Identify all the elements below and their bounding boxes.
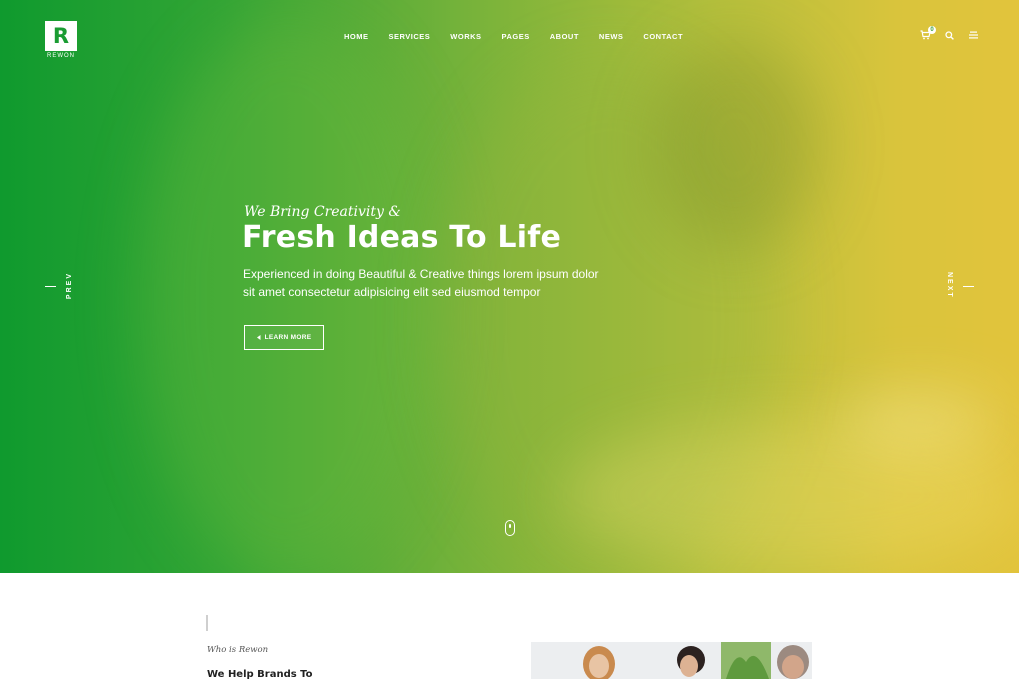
next-line-icon <box>963 286 974 287</box>
prev-label: PREV <box>66 272 73 300</box>
team-photo-illustration <box>531 642 812 679</box>
menu-icon <box>968 31 978 39</box>
nav-item-contact[interactable]: CONTACT <box>643 32 683 41</box>
nav-item-news[interactable]: NEWS <box>599 32 624 41</box>
nav-item-home[interactable]: HOME <box>344 32 369 41</box>
nav-item-about[interactable]: ABOUT <box>550 32 579 41</box>
scroll-down-icon[interactable] <box>505 520 515 536</box>
hero-title: Fresh Ideas To Life <box>242 220 562 255</box>
main-nav: HOME SERVICES WORKS PAGES ABOUT NEWS CON… <box>344 32 703 41</box>
hero-description: Experienced in doing Beautiful & Creativ… <box>243 267 599 299</box>
cart-button[interactable]: 0 <box>918 26 936 42</box>
next-label: NEXT <box>946 272 953 299</box>
section-divider-bar <box>206 615 208 631</box>
nav-item-services[interactable]: SERVICES <box>389 32 431 41</box>
about-kicker: Who is Rewon <box>207 645 269 655</box>
hero-kicker: We Bring Creativity & <box>244 204 401 220</box>
header-icons: 0 <box>918 26 980 42</box>
search-icon <box>944 30 954 40</box>
hero-section: R REWON HOME SERVICES WORKS PAGES ABOUT … <box>0 0 1019 573</box>
logo-mark[interactable]: R <box>45 21 77 51</box>
learn-more-button[interactable]: LEARN MORE <box>244 325 324 350</box>
menu-button[interactable] <box>966 28 980 42</box>
prev-line-icon <box>45 286 56 287</box>
about-team-photo <box>531 642 812 679</box>
nav-item-works[interactable]: WORKS <box>450 32 481 41</box>
caret-left-icon <box>256 335 261 340</box>
logo-text[interactable]: REWON <box>43 53 79 59</box>
about-title: We Help Brands To <box>207 669 313 679</box>
hero-photo-keyboard <box>840 390 1000 450</box>
hero-photo-head <box>650 40 820 250</box>
nav-item-pages[interactable]: PAGES <box>502 32 530 41</box>
search-button[interactable] <box>942 28 956 42</box>
cart-count-badge: 0 <box>928 26 936 34</box>
learn-more-label: LEARN MORE <box>264 334 312 341</box>
